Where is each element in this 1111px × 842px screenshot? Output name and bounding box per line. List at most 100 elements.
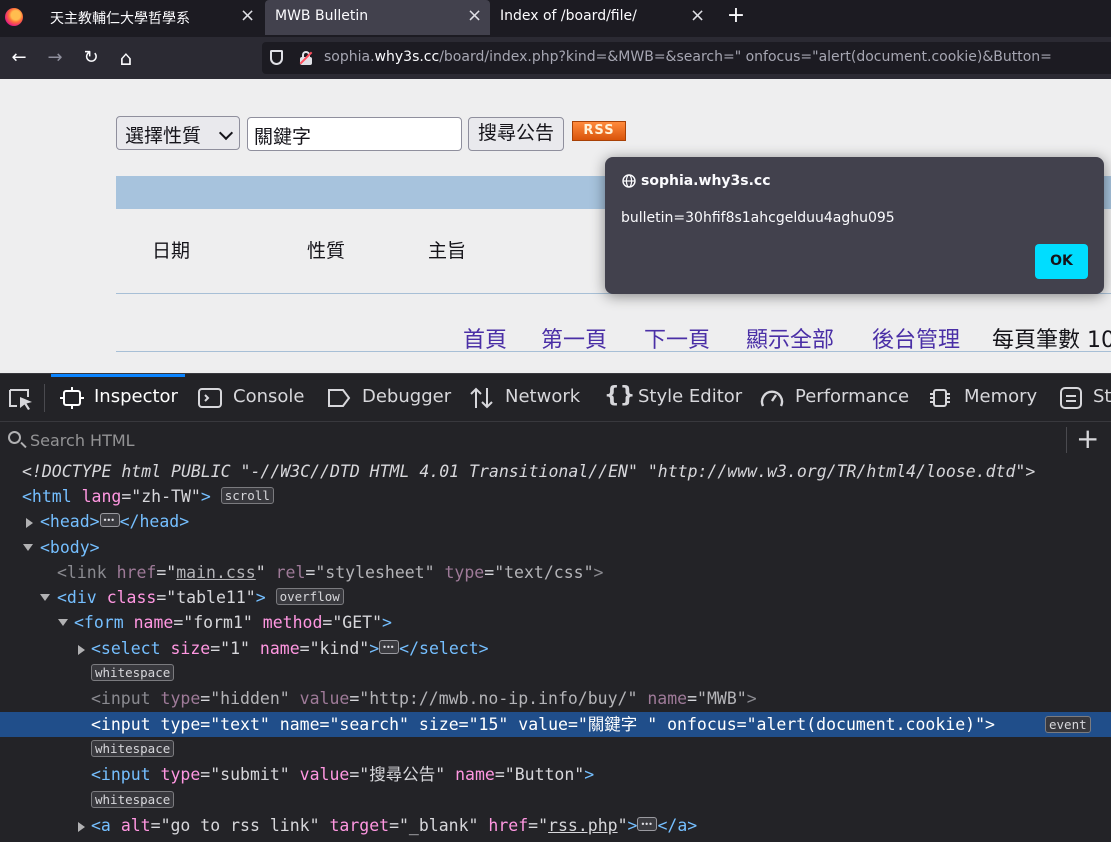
close-icon[interactable]: × <box>690 5 705 27</box>
markup-node-div[interactable]: <div class="table11"> overflow <box>0 585 1111 610</box>
whitespace-badge[interactable]: whitespace <box>91 740 175 757</box>
div-class-value: "table11" <box>166 588 256 607</box>
submit-type-value: "submit" <box>210 765 290 784</box>
markup-node-doctype[interactable]: <!DOCTYPE html PUBLIC "-//W3C//DTD HTML … <box>0 459 1111 484</box>
tab-label: Inspector <box>94 386 178 407</box>
pager-next-page-link[interactable]: 下一頁 <box>644 322 710 354</box>
search-input[interactable]: 關鍵字 <box>247 117 462 151</box>
url-path: /board/index.php?kind=&MWB=&search=" onf… <box>439 49 1052 65</box>
scroll-badge[interactable]: scroll <box>220 487 274 504</box>
close-icon[interactable]: × <box>467 5 482 27</box>
tab-label: St <box>1093 386 1111 407</box>
tab-philosophy-dept[interactable]: 天主教輔仁大學哲學系 × <box>36 0 264 35</box>
per-page-label: 每頁筆數 10 <box>992 328 1111 353</box>
alert-message: bulletin=30hfif8s1ahcgelduu4aghu095 <box>621 210 895 226</box>
markup-node-whitespace[interactable]: whitespace <box>0 661 1111 686</box>
insecure-lock-icon[interactable] <box>299 51 313 65</box>
markup-node-html[interactable]: <html lang="zh-TW"> scroll <box>0 484 1111 509</box>
divider <box>116 351 1111 352</box>
tab-inspector[interactable]: Inspector <box>51 374 185 421</box>
overflow-badge[interactable]: overflow <box>275 588 344 605</box>
tab-label: 天主教輔仁大學哲學系 <box>50 11 190 27</box>
collapsed-children-icon[interactable] <box>379 635 400 660</box>
tab-performance[interactable]: Performance <box>760 374 910 421</box>
element-picker-icon[interactable] <box>8 388 34 410</box>
forward-arrow-icon[interactable]: → <box>43 46 67 70</box>
whitespace-badge[interactable]: whitespace <box>91 791 175 808</box>
tab-network[interactable]: Network <box>470 374 582 421</box>
html-lang-value: "zh-TW" <box>131 487 201 506</box>
alert-origin: sophia.why3s.cc <box>641 173 771 189</box>
html-search-bar[interactable]: Search HTML + <box>0 421 1111 459</box>
markup-node-input-submit[interactable]: <input type="submit" value="搜尋公告" name="… <box>0 762 1111 787</box>
rss-button[interactable]: RSS <box>572 121 626 141</box>
collapsed-children-icon[interactable] <box>637 812 658 837</box>
column-subject: 主旨 <box>428 240 467 262</box>
text-name-value: "search" <box>329 715 409 734</box>
markup-node-select[interactable]: <select size="1" name="kind"></select> <box>0 635 1111 661</box>
expand-arrow-icon[interactable] <box>78 645 85 655</box>
markup-node-a[interactable]: <a alt="go to rss link" target="_blank" … <box>0 812 1111 838</box>
a-href-value[interactable]: rss.php <box>548 816 618 835</box>
markup-node-body[interactable]: <body> <box>0 535 1111 560</box>
home-icon[interactable]: ⌂ <box>114 46 138 70</box>
url-text[interactable]: sophia.why3s.cc/board/index.php?kind=&MW… <box>324 49 1052 65</box>
tab-label: Console <box>233 386 305 407</box>
text-size-value: "15" <box>468 715 509 734</box>
chevron-down-icon <box>218 125 234 141</box>
add-node-button[interactable]: + <box>1076 423 1099 455</box>
kind-select-value: 選擇性質 <box>125 125 202 147</box>
tab-debugger[interactable]: Debugger <box>327 374 452 421</box>
markup-node-input-hidden[interactable]: <input type="hidden" value="http://mwb.n… <box>0 686 1111 711</box>
pager-home-link[interactable]: 首頁 <box>463 322 507 354</box>
search-html-input[interactable]: Search HTML <box>30 431 135 450</box>
tab-memory[interactable]: Memory <box>928 374 1040 421</box>
tab-mwb-bulletin[interactable]: MWB Bulletin × <box>265 0 490 35</box>
back-arrow-icon[interactable]: ← <box>7 46 31 70</box>
search-button[interactable]: 搜尋公告 <box>468 117 564 151</box>
expand-arrow-icon[interactable] <box>78 822 85 832</box>
tab-label: Network <box>505 386 581 407</box>
pager-admin-link[interactable]: 後台管理 <box>872 322 960 354</box>
tab-label: Debugger <box>362 386 452 407</box>
tab-style-editor[interactable]: {} Style Editor <box>604 374 744 421</box>
link-type-value: "text/css" <box>494 563 594 582</box>
ok-button[interactable]: OK <box>1035 244 1088 279</box>
markup-node-link[interactable]: <link href="main.css" rel="stylesheet" t… <box>0 560 1111 585</box>
pager-show-all-link[interactable]: 顯示全部 <box>746 322 834 354</box>
tab-console[interactable]: Console <box>198 374 308 421</box>
kind-select[interactable]: 選擇性質 <box>116 116 240 150</box>
column-date: 日期 <box>152 240 191 262</box>
whitespace-badge[interactable]: whitespace <box>91 664 175 681</box>
collapse-arrow-icon[interactable] <box>40 594 50 601</box>
tracking-protection-shield-icon[interactable] <box>270 50 283 65</box>
markup-node-whitespace[interactable]: whitespace <box>0 737 1111 762</box>
pager-first-page-link[interactable]: 第一頁 <box>541 322 607 354</box>
new-tab-button[interactable]: + <box>726 4 746 28</box>
tab-label: Index of /board/file/ <box>500 8 637 24</box>
reload-icon[interactable]: ↻ <box>79 46 103 70</box>
event-badge[interactable]: event <box>1045 716 1091 733</box>
style-editor-icon: {} <box>604 383 636 408</box>
tab-label: Memory <box>964 386 1038 407</box>
collapsed-children-icon[interactable] <box>99 508 120 533</box>
a-alt-value: "go to rss link" <box>160 816 320 835</box>
markup-node-head[interactable]: <head></head> <box>0 508 1111 534</box>
url-host: why3s.cc <box>374 49 440 65</box>
hidden-name-value: "MWB" <box>697 689 747 708</box>
firefox-logo-icon[interactable] <box>5 8 23 26</box>
url-bar[interactable]: sophia.why3s.cc/board/index.php?kind=&MW… <box>262 42 1111 74</box>
expand-arrow-icon[interactable] <box>26 518 33 528</box>
hidden-value-value: "http://mwb.no-ip.info/buy/" <box>359 689 638 708</box>
tab-storage[interactable]: St <box>1060 374 1111 421</box>
hidden-type-value: "hidden" <box>210 689 290 708</box>
text-value-value: "關鍵字 " <box>577 715 658 734</box>
collapse-arrow-icon[interactable] <box>58 619 68 626</box>
markup-node-form[interactable]: <form name="form1" method="GET"> <box>0 610 1111 635</box>
link-href-value[interactable]: main.css <box>176 563 255 582</box>
close-icon[interactable]: × <box>240 5 255 27</box>
markup-node-whitespace[interactable]: whitespace <box>0 788 1111 813</box>
collapse-arrow-icon[interactable] <box>23 544 33 551</box>
tab-board-file-index[interactable]: Index of /board/file/ × <box>490 0 715 35</box>
markup-node-input-search-selected[interactable]: <input type="text" name="search" size="1… <box>0 712 1111 737</box>
